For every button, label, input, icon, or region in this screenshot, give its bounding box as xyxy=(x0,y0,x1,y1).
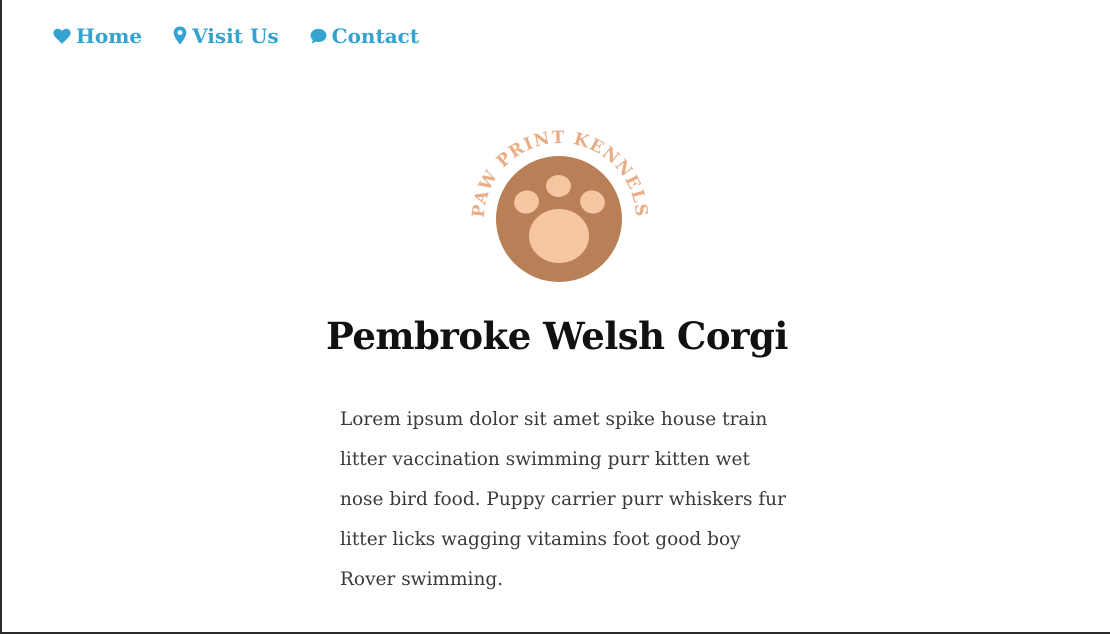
nav-home-link[interactable]: Home xyxy=(52,22,142,50)
body-paragraph: Lorem ipsum dolor sit amet spike house t… xyxy=(340,409,786,590)
map-pin-icon xyxy=(172,26,188,46)
nav-home-label: Home xyxy=(76,24,143,48)
nav-contact-link[interactable]: Contact xyxy=(309,22,419,50)
page-title: Pembroke Welsh Corgi xyxy=(326,314,788,358)
top-nav: Home Visit Us Contact xyxy=(52,22,419,50)
paw-print-icon xyxy=(496,156,622,282)
speech-bubble-icon xyxy=(309,27,328,45)
kennel-logo: PAW PRINT KENNELS xyxy=(462,122,658,288)
page-frame: Home Visit Us Contact PAW PRINT KENNELS … xyxy=(0,0,1110,634)
heart-icon xyxy=(52,26,72,46)
nav-visit-us-label: Visit Us xyxy=(192,24,279,48)
nav-contact-label: Contact xyxy=(331,24,420,48)
nav-visit-us-link[interactable]: Visit Us xyxy=(172,22,279,50)
